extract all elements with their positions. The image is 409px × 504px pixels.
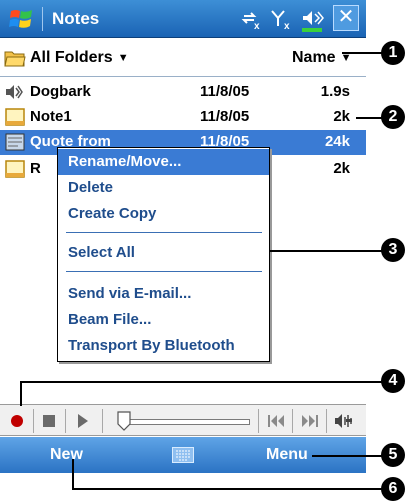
toolbar-separator [65, 409, 66, 433]
ink-note-icon [5, 133, 25, 151]
toolbar-separator [33, 409, 34, 433]
note-icon [5, 108, 25, 126]
menu-item-beam-file[interactable]: Beam File... [58, 307, 269, 333]
menu-item-transport-bluetooth[interactable]: Transport By Bluetooth [58, 333, 269, 359]
keyboard-icon[interactable] [172, 447, 194, 463]
svg-text:x: x [284, 21, 290, 32]
toolbar-separator [102, 409, 103, 433]
callout-badge: 5 [381, 443, 405, 467]
folder-selector[interactable]: All Folders ▼ [4, 46, 129, 70]
skip-back-button[interactable] [264, 407, 290, 434]
title-bar: Notes x x ✕ [0, 0, 366, 38]
menu-item-rename-move[interactable]: Rename/Move... [58, 149, 269, 175]
chevron-down-icon: ▼ [117, 52, 129, 64]
list-item[interactable]: Note1 11/8/05 2k [0, 105, 366, 130]
volume-icon [335, 413, 352, 428]
speaker-icon[interactable] [300, 8, 328, 34]
skip-forward-icon [302, 414, 318, 427]
menu-item-send-email[interactable]: Send via E-mail... [58, 281, 269, 307]
list-item[interactable]: Dogbark 11/8/05 1.9s [0, 80, 366, 105]
connectivity-icon[interactable]: x [240, 8, 264, 30]
callout-line [312, 455, 382, 457]
callout-badge: 4 [381, 369, 405, 393]
callout-line [20, 382, 22, 406]
menu-button[interactable]: Menu [266, 446, 308, 464]
menu-item-delete[interactable]: Delete [58, 175, 269, 201]
toolbar-separator [292, 409, 293, 433]
skip-forward-button[interactable] [296, 407, 322, 434]
file-size: 2k [333, 108, 350, 125]
play-button[interactable] [70, 407, 96, 434]
notes-screen: Notes x x ✕ All Folders ▼ Name ▼ Dogbark… [0, 0, 366, 504]
stop-button[interactable] [36, 407, 62, 434]
signal-icon[interactable]: x [270, 8, 296, 32]
menu-item-select-all[interactable]: Select All [58, 240, 269, 266]
record-button[interactable] [4, 407, 30, 434]
callout-line [72, 459, 74, 489]
callout-line [20, 381, 382, 383]
volume-button[interactable] [332, 407, 358, 434]
skip-back-icon [268, 414, 284, 427]
file-date: 11/8/05 [200, 83, 250, 100]
callout-badge: 2 [381, 105, 405, 129]
callout-line [342, 52, 382, 54]
file-size: 1.9s [320, 83, 350, 100]
context-menu: Rename/Move... Delete Create Copy Select… [57, 147, 270, 362]
header-divider [0, 76, 366, 77]
toolbar-separator [326, 409, 327, 433]
menu-separator [66, 232, 262, 233]
callout-badge: 1 [381, 41, 405, 65]
speaker-note-icon [6, 85, 23, 99]
file-size: 2k [333, 160, 350, 177]
folder-icon [4, 51, 26, 67]
slider-thumb[interactable] [117, 411, 131, 431]
play-icon [78, 413, 88, 428]
sort-selector[interactable]: Name ▼ [292, 46, 351, 70]
title-separator [42, 7, 43, 31]
callout-line [356, 117, 382, 119]
file-date: 11/8/05 [200, 108, 250, 125]
callout-badge: 3 [381, 238, 405, 262]
close-button[interactable]: ✕ [333, 5, 359, 31]
toolbar-separator [258, 409, 259, 433]
file-size: 24k [324, 133, 350, 150]
stop-icon [43, 414, 55, 427]
record-icon [11, 414, 23, 427]
app-title: Notes [52, 9, 100, 28]
callout-line [270, 250, 382, 252]
menu-separator [66, 271, 262, 272]
folder-bar: All Folders ▼ Name ▼ [0, 38, 366, 76]
svg-text:x: x [254, 21, 260, 30]
file-name: Note1 [30, 108, 72, 125]
recording-toolbar [0, 404, 366, 436]
folder-label: All Folders [30, 49, 113, 66]
menu-item-create-copy[interactable]: Create Copy [58, 201, 269, 227]
callout-line [72, 488, 382, 490]
file-name: R [30, 160, 41, 177]
new-button[interactable]: New [50, 446, 83, 464]
playback-slider[interactable] [124, 419, 250, 425]
callout-badge: 6 [381, 477, 405, 501]
windows-logo-icon[interactable] [8, 5, 36, 33]
sort-label: Name [292, 49, 336, 66]
file-name: Dogbark [30, 83, 91, 100]
note-icon [5, 160, 25, 178]
